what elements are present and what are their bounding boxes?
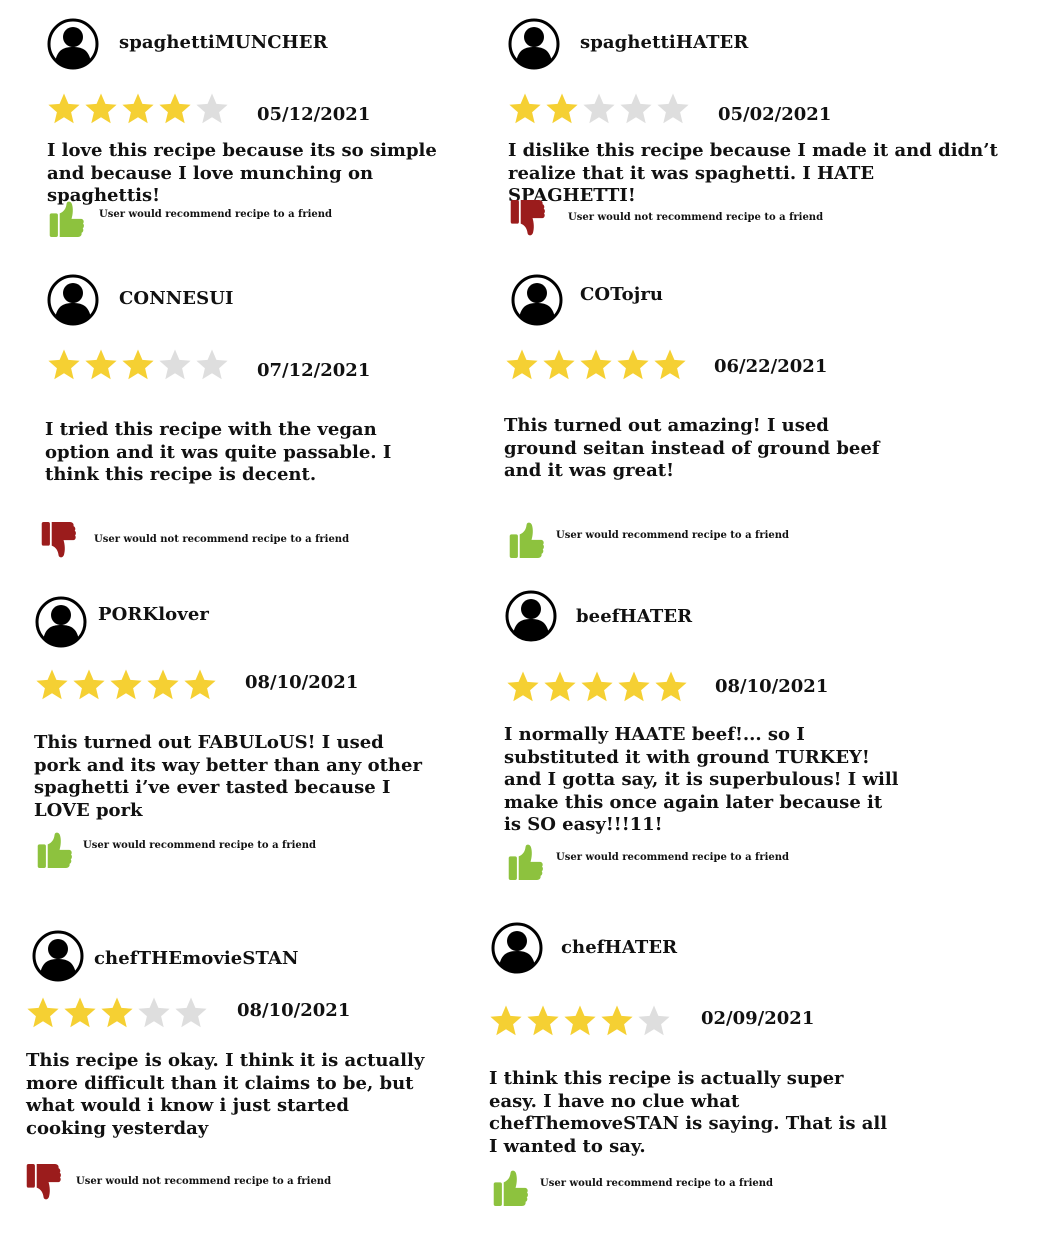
star-filled-icon [526,1004,560,1038]
user-avatar-icon [32,930,84,982]
star-filled-icon [580,670,614,704]
thumbs-up-icon [506,836,546,884]
recommendation-text: User would recommend recipe to a friend [556,530,790,541]
review-username: beefHATER [576,606,693,627]
star-filled-icon [600,1004,634,1038]
star-filled-icon [47,348,81,382]
star-rating [35,668,220,712]
star-filled-icon [616,348,650,382]
recommendation-text: User would not recommend recipe to a fri… [568,212,824,223]
review-text: This turned out amazing! I used ground s… [504,415,880,481]
star-filled-icon [506,670,540,704]
recommendation-text: User would not recommend recipe to a fri… [76,1176,332,1187]
star-filled-icon [542,348,576,382]
star-filled-icon [84,92,118,126]
star-filled-icon [26,996,60,1030]
star-filled-icon [158,92,192,126]
review-username: COTojru [580,284,664,305]
star-filled-icon [545,92,579,126]
star-filled-icon [508,92,542,126]
review-date: 08/10/2021 [715,676,829,697]
thumbs-up-icon [507,514,547,562]
review-username: PORKlover [98,604,209,625]
star-rating [508,92,693,136]
user-avatar-icon [511,274,563,326]
star-empty-icon [619,92,653,126]
star-rating [489,1004,674,1048]
star-empty-icon [195,348,229,382]
recommendation-text: User would recommend recipe to a friend [99,209,333,220]
star-filled-icon [617,670,651,704]
recommendation-text: User would recommend recipe to a friend [83,840,317,851]
star-rating [506,670,691,714]
star-filled-icon [489,1004,523,1038]
star-filled-icon [146,668,180,702]
star-empty-icon [137,996,171,1030]
star-rating [26,996,211,1040]
star-empty-icon [582,92,616,126]
star-empty-icon [637,1004,671,1038]
star-filled-icon [183,668,217,702]
star-filled-icon [35,668,69,702]
recommendation-text: User would not recommend recipe to a fri… [94,534,350,545]
review-username: CONNESUI [119,288,234,309]
review-username: chefHATER [561,937,678,958]
review-date: 06/22/2021 [714,356,828,377]
user-avatar-icon [491,922,543,974]
review-text: I think this recipe is actually super ea… [489,1068,888,1157]
review-text: I tried this recipe with the vegan optio… [45,419,392,485]
user-avatar-icon [508,18,560,70]
thumbs-down-icon [508,196,548,244]
recommendation-text: User would recommend recipe to a friend [540,1178,774,1189]
star-filled-icon [63,996,97,1030]
review-date: 02/09/2021 [701,1008,815,1029]
star-empty-icon [195,92,229,126]
star-rating [505,348,690,392]
star-rating [47,92,232,136]
review-date: 07/12/2021 [257,360,371,381]
star-filled-icon [47,92,81,126]
star-filled-icon [543,670,577,704]
review-username: chefTHEmovieSTAN [94,948,299,969]
review-text: I love this recipe because its so simple… [47,140,437,206]
star-filled-icon [653,348,687,382]
star-empty-icon [174,996,208,1030]
review-text: This recipe is okay. I think it is actua… [26,1050,425,1139]
star-filled-icon [109,668,143,702]
star-empty-icon [158,348,192,382]
thumbs-up-icon [35,824,75,872]
review-date: 08/10/2021 [237,1000,351,1021]
thumbs-up-icon [47,193,87,241]
star-empty-icon [656,92,690,126]
star-filled-icon [84,348,118,382]
review-username: spaghettiHATER [580,32,749,53]
star-filled-icon [579,348,613,382]
thumbs-down-icon [39,518,79,566]
star-rating [47,348,232,392]
review-text: I dislike this recipe because I made it … [508,140,998,206]
thumbs-up-icon [491,1162,531,1210]
review-text: This turned out FABULoUS! I used pork an… [34,732,422,821]
star-filled-icon [121,92,155,126]
star-filled-icon [121,348,155,382]
review-text: I normally HAATE beef!... so I substitut… [504,724,899,835]
star-filled-icon [72,668,106,702]
star-filled-icon [100,996,134,1030]
user-avatar-icon [35,596,87,648]
review-date: 08/10/2021 [245,672,359,693]
star-filled-icon [505,348,539,382]
user-avatar-icon [47,18,99,70]
user-avatar-icon [47,274,99,326]
user-avatar-icon [505,590,557,642]
review-username: spaghettiMUNCHER [119,32,328,53]
star-filled-icon [563,1004,597,1038]
star-filled-icon [654,670,688,704]
recommendation-text: User would recommend recipe to a friend [556,852,790,863]
thumbs-down-icon [24,1160,64,1208]
review-date: 05/12/2021 [257,104,371,125]
review-date: 05/02/2021 [718,104,832,125]
